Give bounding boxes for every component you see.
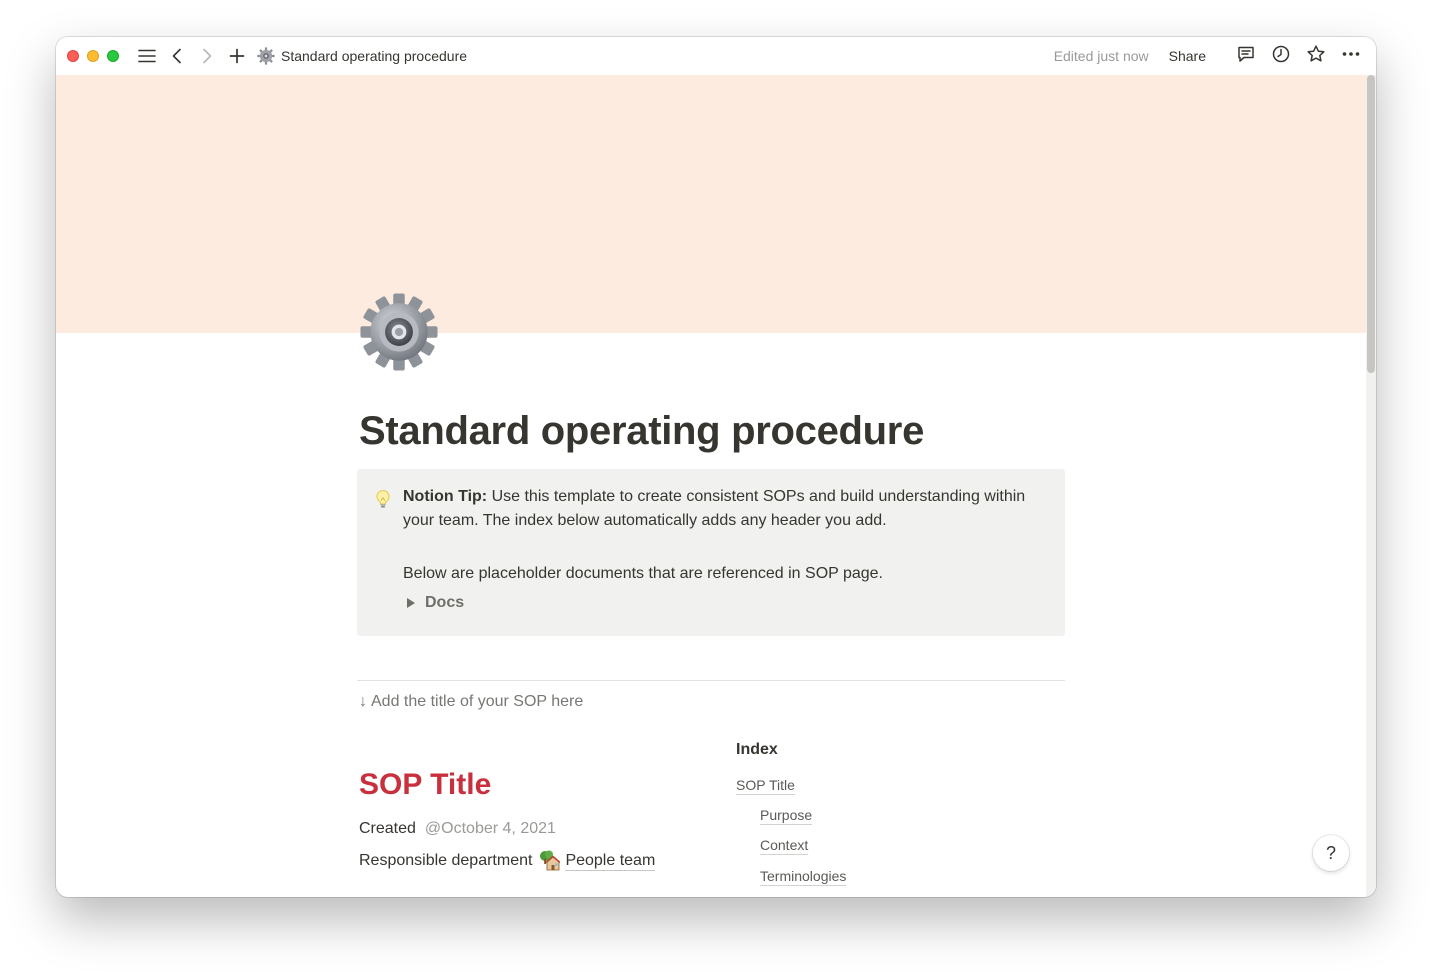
back-button[interactable]: [167, 46, 187, 66]
window-controls: [67, 50, 119, 62]
page-cover[interactable]: [56, 75, 1366, 333]
index-link-context[interactable]: Context: [760, 837, 809, 855]
new-page-button[interactable]: [227, 46, 247, 66]
navigation-controls: [137, 46, 247, 66]
arrow-down-icon: ↓: [359, 693, 367, 710]
created-label: Created: [359, 820, 416, 837]
notion-tip-callout[interactable]: Notion Tip: Use this template to create …: [357, 469, 1065, 636]
index-heading: Index: [736, 741, 778, 758]
chevron-right-icon: [201, 48, 213, 64]
people-team-link[interactable]: People team: [565, 852, 656, 871]
updates-button[interactable]: [1270, 45, 1292, 67]
chevron-left-icon: [171, 48, 183, 64]
created-date-mention[interactable]: @October 4, 2021: [425, 820, 556, 838]
sop-title-hint[interactable]: ↓ Add the title of your SOP here: [359, 693, 583, 711]
plus-icon: [229, 48, 245, 64]
index-link-sop-title[interactable]: SOP Title: [736, 777, 795, 795]
created-property: Created @October 4, 2021: [359, 820, 556, 838]
index-link-terminologies[interactable]: Terminologies: [760, 868, 847, 886]
ellipsis-icon: [1341, 44, 1361, 69]
sidebar-toggle-button[interactable]: [137, 46, 157, 66]
department-property: Responsible department People team: [359, 850, 656, 872]
scrollbar[interactable]: [1366, 75, 1376, 897]
comments-button[interactable]: [1235, 45, 1257, 67]
help-button[interactable]: ?: [1313, 835, 1349, 871]
breadcrumb[interactable]: Standard operating procedure: [257, 47, 467, 65]
lightbulb-icon: [373, 489, 393, 509]
gear-icon: [257, 47, 275, 65]
hamburger-icon: [138, 49, 156, 63]
scrollbar-thumb[interactable]: [1367, 75, 1375, 373]
comment-icon: [1236, 44, 1256, 69]
title-bar: Standard operating procedure Edited just…: [56, 37, 1376, 75]
people-team-mention[interactable]: People team: [538, 850, 656, 872]
callout-tip-text: Notion Tip: Use this template to create …: [403, 485, 1053, 533]
page-title[interactable]: Standard operating procedure: [359, 409, 924, 454]
minimize-window-button[interactable]: [87, 50, 99, 62]
divider: [357, 680, 1065, 681]
toggle-triangle-icon[interactable]: [407, 598, 415, 608]
favorite-button[interactable]: [1305, 44, 1327, 69]
index-link-purpose[interactable]: Purpose: [760, 807, 813, 825]
page-gear-icon[interactable]: [358, 291, 440, 373]
clock-icon: [1271, 44, 1291, 69]
callout-tip-label: Notion Tip:: [403, 488, 488, 505]
title-bar-actions: Edited just now Share: [1054, 37, 1362, 75]
desktop: Standard operating procedure Edited just…: [0, 0, 1432, 972]
more-options-button[interactable]: [1340, 45, 1362, 67]
department-label: Responsible department: [359, 852, 533, 869]
callout-tip-body: Use this template to create consistent S…: [403, 488, 1026, 529]
app-window: Standard operating procedure Edited just…: [56, 37, 1376, 897]
sop-title-heading[interactable]: SOP Title: [359, 768, 491, 802]
breadcrumb-page-title[interactable]: Standard operating procedure: [281, 48, 467, 64]
zoom-window-button[interactable]: [107, 50, 119, 62]
forward-button[interactable]: [197, 46, 217, 66]
close-window-button[interactable]: [67, 50, 79, 62]
house-tree-icon: [538, 850, 561, 872]
star-icon: [1306, 44, 1326, 69]
edited-status: Edited just now: [1053, 48, 1149, 64]
share-button[interactable]: Share: [1169, 48, 1206, 64]
callout-paragraph: Below are placeholder documents that are…: [403, 565, 883, 582]
docs-toggle[interactable]: Docs: [407, 594, 464, 612]
sop-title-hint-text: Add the title of your SOP here: [371, 693, 584, 710]
docs-toggle-label[interactable]: Docs: [425, 594, 464, 612]
